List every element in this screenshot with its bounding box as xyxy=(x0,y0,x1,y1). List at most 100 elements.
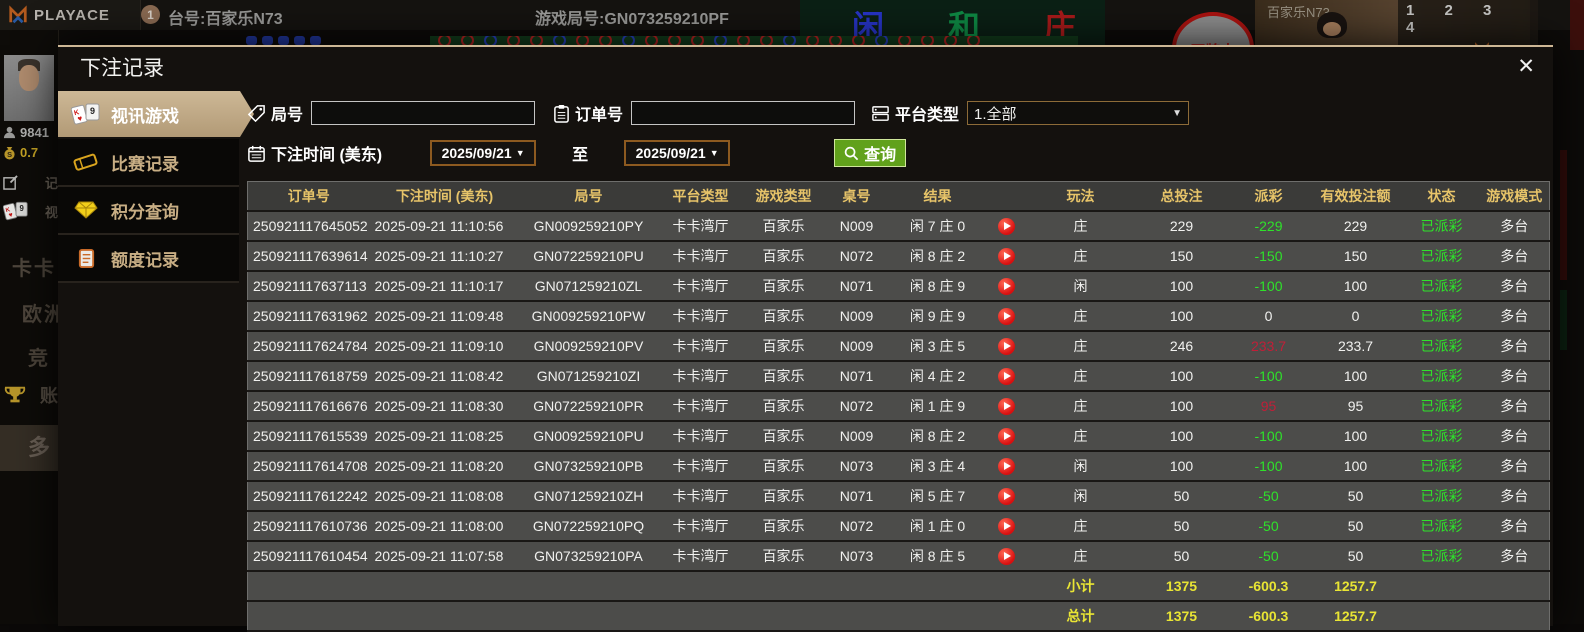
order-input[interactable] xyxy=(631,101,856,125)
play-icon[interactable] xyxy=(998,547,1015,565)
video-item-label: 视 xyxy=(44,204,58,220)
cell-round: GN009259210PV xyxy=(519,331,658,362)
column-header: 有效投注额 xyxy=(1307,181,1404,212)
summary-empty-cell xyxy=(985,601,1028,632)
summary-empty-cell xyxy=(369,601,520,632)
column-header: 局号 xyxy=(519,181,658,212)
play-icon[interactable] xyxy=(998,517,1015,535)
cell-play: 庄 xyxy=(1027,331,1134,362)
playace-mark-icon xyxy=(9,5,27,24)
cards-icon: K ♥ 9 xyxy=(70,102,102,126)
replay-button[interactable] xyxy=(985,361,1028,392)
tab-label: 额度记录 xyxy=(111,250,179,270)
cell-order: 250921117610736 xyxy=(247,511,370,542)
cell-result: 闲 8 庄 5 xyxy=(889,541,986,572)
replay-button[interactable] xyxy=(985,241,1028,272)
cell-valid-bet: 50 xyxy=(1307,541,1404,572)
modal-sidebar: K ♥ 9 视讯游戏 比赛记录 积分查询 额度记录 xyxy=(58,91,254,624)
menu-kaka[interactable]: 卡卡 xyxy=(12,252,56,281)
cell-play: 闲 xyxy=(1027,271,1134,302)
replay-button[interactable] xyxy=(985,391,1028,422)
cell-order: 250921117610454 xyxy=(247,541,370,572)
replay-button[interactable] xyxy=(985,541,1028,572)
replay-button[interactable] xyxy=(985,511,1028,542)
column-header: 结果 xyxy=(889,181,986,212)
close-icon[interactable]: ✕ xyxy=(1517,56,1535,77)
table-row: 250921117614708 2025-09-21 11:08:20 GN0732… xyxy=(247,451,1550,482)
ticket-icon xyxy=(70,151,102,173)
cell-status: 已派彩 xyxy=(1403,301,1480,332)
cell-platform: 卡卡湾厅 xyxy=(657,421,744,452)
summary-empty-cell xyxy=(247,601,370,632)
edit-icon[interactable] xyxy=(3,175,18,190)
tab-match-records[interactable]: 比赛记录 xyxy=(58,139,239,187)
play-icon[interactable] xyxy=(998,247,1015,265)
cell-time: 2025-09-21 11:10:17 xyxy=(369,271,520,302)
summary-payout: -600.3 xyxy=(1229,601,1308,632)
cards-icon[interactable]: K ♥ 9 xyxy=(3,200,29,222)
gem-icon xyxy=(70,200,102,220)
cell-time: 2025-09-21 11:08:08 xyxy=(369,481,520,512)
summary-empty-cell xyxy=(1403,601,1480,632)
summary-empty-cell xyxy=(889,601,986,632)
cell-result: 闲 1 庄 0 xyxy=(889,511,986,542)
shoe-numbers: 1 2 3 4 xyxy=(1406,2,1505,36)
play-icon[interactable] xyxy=(998,487,1015,505)
clipboard-icon xyxy=(554,104,569,123)
svg-text:9: 9 xyxy=(90,106,95,116)
trophy-icon[interactable] xyxy=(3,384,27,406)
replay-button[interactable] xyxy=(985,301,1028,332)
replay-button[interactable] xyxy=(985,211,1028,242)
cell-table-no: N073 xyxy=(823,451,890,482)
tab-points-query[interactable]: 积分查询 xyxy=(58,187,239,235)
cell-table-no: N073 xyxy=(823,541,890,572)
date-to-picker[interactable]: 2025/09/21 ▼ xyxy=(624,140,731,166)
play-icon[interactable] xyxy=(998,277,1015,295)
replay-button[interactable] xyxy=(985,271,1028,302)
column-header: 订单号 xyxy=(247,181,370,212)
table-row: 250921117631962 2025-09-21 11:09:48 GN0092… xyxy=(247,301,1550,332)
replay-button[interactable] xyxy=(985,421,1028,452)
play-icon[interactable] xyxy=(998,217,1015,235)
cell-valid-bet: 50 xyxy=(1307,481,1404,512)
cell-total-bet: 100 xyxy=(1133,361,1230,392)
play-icon[interactable] xyxy=(998,457,1015,475)
date-from-picker[interactable]: 2025/09/21 ▼ xyxy=(430,140,537,166)
menu-duo-item[interactable]: 多 xyxy=(0,425,58,471)
date-to-value: 2025/09/21 xyxy=(635,145,706,161)
cell-order: 250921117612242 xyxy=(247,481,370,512)
play-icon[interactable] xyxy=(998,307,1015,325)
play-icon[interactable] xyxy=(998,397,1015,415)
tab-quota-records[interactable]: 额度记录 xyxy=(58,235,239,283)
cell-result: 闲 7 庄 0 xyxy=(889,211,986,242)
cell-payout: -50 xyxy=(1229,511,1308,542)
platform-select[interactable]: 1.全部 ▼ xyxy=(967,101,1190,125)
play-icon[interactable] xyxy=(998,337,1015,355)
cell-status: 已派彩 xyxy=(1403,481,1480,512)
cell-valid-bet: 0 xyxy=(1307,301,1404,332)
replay-button[interactable] xyxy=(985,451,1028,482)
tab-label: 视讯游戏 xyxy=(111,106,179,126)
cell-order: 250921117624784 xyxy=(247,331,370,362)
summary-valid-bet: 1257.7 xyxy=(1307,601,1404,632)
play-icon[interactable] xyxy=(998,427,1015,445)
cell-status: 已派彩 xyxy=(1403,271,1480,302)
tab-video-games[interactable]: K ♥ 9 视讯游戏 xyxy=(58,91,254,137)
replay-button[interactable] xyxy=(985,481,1028,512)
play-icon[interactable] xyxy=(998,367,1015,385)
cell-status: 已派彩 xyxy=(1403,211,1480,242)
cell-result: 闲 1 庄 9 xyxy=(889,391,986,422)
menu-jing[interactable]: 竞 xyxy=(28,342,50,371)
cell-mode: 多台 xyxy=(1479,331,1550,362)
query-button[interactable]: 查询 xyxy=(834,139,907,167)
avatar[interactable] xyxy=(4,55,54,121)
platform-filter-label: 平台类型 xyxy=(871,101,959,125)
cell-valid-bet: 100 xyxy=(1307,451,1404,482)
round-input[interactable] xyxy=(311,101,536,125)
chevron-down-icon: ▼ xyxy=(709,148,719,158)
cell-round: GN073259210PA xyxy=(519,541,658,572)
records-table-body: 250921117645052 2025-09-21 11:10:56 GN0092… xyxy=(247,211,1550,632)
column-header: 游戏类型 xyxy=(743,181,824,212)
menu-duo-label: 多 xyxy=(28,435,51,460)
replay-button[interactable] xyxy=(985,331,1028,362)
